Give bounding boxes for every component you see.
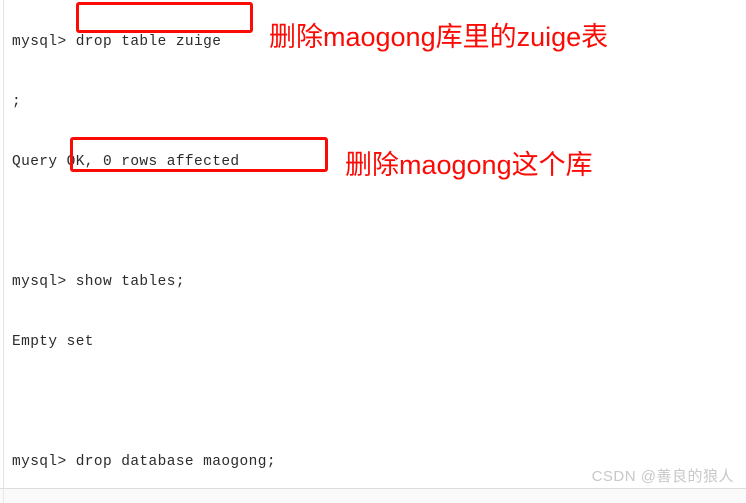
screenshot-canvas: mysql> drop table zuige ; Query OK, 0 ro…	[0, 0, 746, 503]
code-block-footer	[0, 489, 746, 503]
terminal-output: mysql> drop table zuige ; Query OK, 0 ro…	[12, 0, 442, 503]
terminal-line: Empty set	[12, 334, 94, 350]
annotation-drop-database: 删除maogong这个库	[345, 150, 593, 180]
code-block-footer-gutter	[3, 489, 4, 503]
terminal-line: mysql> show tables;	[12, 274, 185, 290]
csdn-watermark: CSDN @善良的狼人	[591, 468, 734, 485]
terminal-line: mysql> drop database maogong;	[12, 454, 276, 470]
terminal-line: ;	[12, 94, 22, 110]
annotation-drop-table: 删除maogong库里的zuige表	[269, 22, 609, 52]
code-block-left-gutter	[3, 0, 4, 489]
